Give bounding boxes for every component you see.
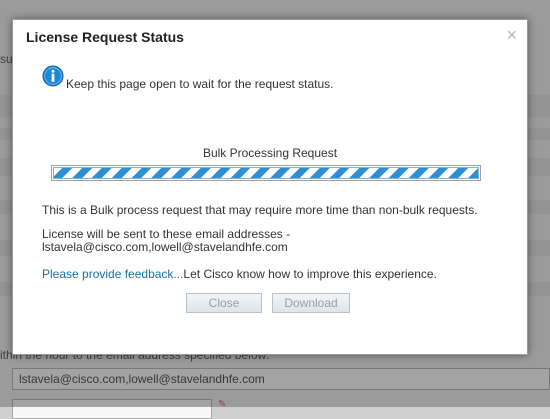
feedback-link[interactable]: Please provide feedback...: [42, 267, 183, 281]
info-text: Keep this page open to wait for the requ…: [66, 77, 334, 91]
progress-bar: [51, 165, 481, 181]
email-addresses-message: License will be sent to these email addr…: [42, 227, 291, 254]
dialog-title: License Request Status: [26, 29, 184, 45]
progress-label: Bulk Processing Request: [202, 146, 338, 160]
close-icon[interactable]: ×: [506, 26, 517, 44]
close-button[interactable]: Close: [186, 293, 262, 313]
feedback-line: Please provide feedback...Let Cisco know…: [42, 267, 437, 281]
info-icon: [42, 65, 64, 87]
download-button[interactable]: Download: [272, 293, 350, 313]
progress-bar-fill: [53, 167, 479, 179]
license-request-status-dialog: License Request Status × Keep this page …: [12, 19, 528, 355]
feedback-text: Let Cisco know how to improve this exper…: [183, 267, 437, 281]
bulk-request-message: This is a Bulk process request that may …: [42, 203, 478, 217]
